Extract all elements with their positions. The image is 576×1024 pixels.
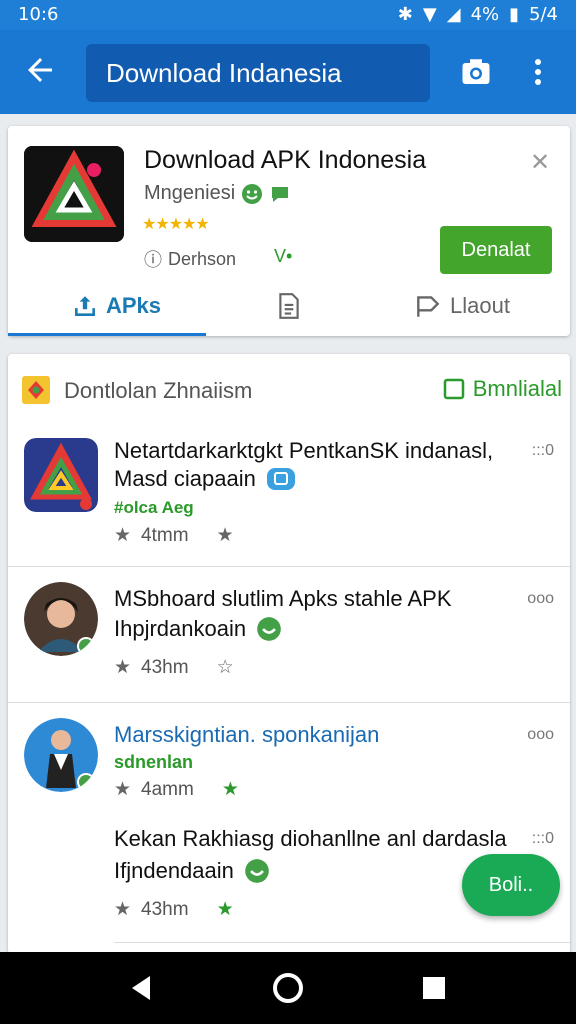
list-item[interactable]: MSbhoard slutlim Apks stahle APK Ihpjrda… [8,580,570,698]
item-stat-value: 43hm [141,898,189,920]
status-bar: 10:6 ✱ ▼ ◢ 4% ▮ 5/4 [0,0,576,30]
star-icon: ★ [216,899,234,920]
item-tag: #olca Aeg [114,498,194,517]
active-tab-indicator [8,333,206,336]
app-tabs: APks Llaout [8,276,570,336]
wifi-icon: ▼ [422,4,437,25]
document-icon [279,293,299,319]
item-more-icon[interactable]: ooo [527,726,554,744]
checkbox-icon [443,378,464,400]
star-icon: ★ [216,525,234,546]
status-icons: ✱ ▼ ◢ 4% ▮ 5/4 [398,4,558,25]
item-stat-value: 43hm [141,656,189,678]
info-icon: ⓘ [144,250,162,270]
smile-badge-icon [257,617,281,641]
close-icon[interactable]: ✕ [530,148,550,177]
overflow-menu-icon[interactable] [528,54,548,90]
app-logo[interactable] [24,146,124,242]
item-stats: ★ 43hm ☆ [114,656,234,679]
item-more-icon[interactable]: :::0 [532,830,554,848]
star-outline-icon: ☆ [216,657,234,678]
section-action-label: Bmnlialal [472,376,562,401]
item-subtitle-row: Ifjndendaain [114,858,270,884]
status-right-text: 5/4 [529,4,558,25]
status-time: 10:6 [18,4,59,25]
nav-home-icon[interactable] [270,970,306,1006]
item-title: Kekan Rakhiasg diohanllne anl dardasla [114,826,507,851]
item-subtitle: Masd ciapaain [114,466,256,491]
floating-action-button[interactable]: Boli.. [462,854,560,916]
item-stats: ★ 4tmm ★ [114,524,234,547]
list-item[interactable]: Marsskigntian. sponkanijan sdnenlan ★ 4a… [8,716,570,812]
item-subtitle-row: Ihpjrdankoain [114,616,282,642]
item-stats: ★ 43hm ★ [114,898,234,921]
chat-badge-icon [272,186,289,202]
tab-layout-label: Llaout [450,293,510,318]
back-arrow-icon[interactable] [22,52,58,88]
developer-name: Mngeniesi [144,182,236,204]
item-stat-value: 4tmm [141,524,189,546]
tab-documents[interactable] [276,276,302,336]
star-icon: ★ [221,779,239,800]
divider [114,942,570,943]
item-subtitle-row: Masd ciapaain [114,466,296,492]
item-title: Netartdarkarktgkt PentkanSK indanasl, [114,438,494,463]
app-meta-right: V• [274,246,293,266]
app-bar: Download Indanesia [0,30,576,114]
user-avatar [24,718,98,792]
item-subtitle: Ihpjrdankoain [114,616,247,641]
item-subtitle: sdnenlan [114,752,194,772]
smile-badge-icon [242,183,263,204]
signal-icon: ◢ [446,4,461,25]
item-stat-value: 4amm [141,778,194,800]
user-avatar [24,582,98,656]
nav-recents-icon[interactable] [416,970,452,1006]
flag-icon [417,296,440,317]
item-more-icon[interactable]: ooo [527,590,554,608]
battery-text: 4% [470,4,500,25]
item-title: MSbhoard slutlim Apks stahle APK [114,586,452,611]
star-icon: ★ [114,779,132,800]
list-item[interactable]: Netartdarkarktgkt PentkanSK indanasl, Ma… [8,434,570,564]
nav-back-icon[interactable] [124,970,160,1006]
section-logo-icon [22,376,50,404]
system-nav-bar [0,952,576,1024]
item-more-icon[interactable]: :::0 [532,442,554,460]
smile-badge-icon [245,859,269,883]
rating-stars: ★★★★★ [142,216,210,233]
star-icon: ★ [114,899,132,920]
tab-layout[interactable]: Llaout [414,276,510,336]
search-input[interactable]: Download Indanesia [86,44,430,102]
section-header: Dontlolan Zhnaiism Bmnlialal [22,376,562,406]
section-action[interactable]: Bmnlialal [443,376,562,402]
section-title: Dontlolan Zhnaiism [64,378,253,403]
star-icon: ★ [114,657,132,678]
tab-apks-label: APks [106,293,162,318]
item-subtitle: Ifjndendaain [114,858,234,883]
divider [8,702,570,703]
item-stats: ★ 4amm ★ [114,778,239,801]
camera-icon[interactable] [458,54,494,90]
install-button[interactable]: Denalat [440,226,552,274]
app-detail-card: Download APK Indonesia ✕ Mngeniesi ★★★★★… [8,126,570,336]
star-icon: ★ [114,525,132,546]
tab-apks[interactable]: APks [72,276,161,336]
divider [8,566,570,567]
app-meta-left: ⓘ Derhson [144,246,236,272]
bluetooth-icon: ✱ [397,4,413,25]
battery-icon: ▮ [509,4,520,25]
item-subtitle-row: sdnenlan [114,752,193,773]
item-title: Marsskigntian. sponkanijan [114,722,380,747]
chat-icon [266,468,295,490]
upload-icon [75,296,95,316]
app-title: Download APK Indonesia [144,146,427,174]
app-thumbnail [24,438,98,512]
developer-row: Mngeniesi [144,182,291,205]
meta-left-text: Derhson [168,248,237,269]
